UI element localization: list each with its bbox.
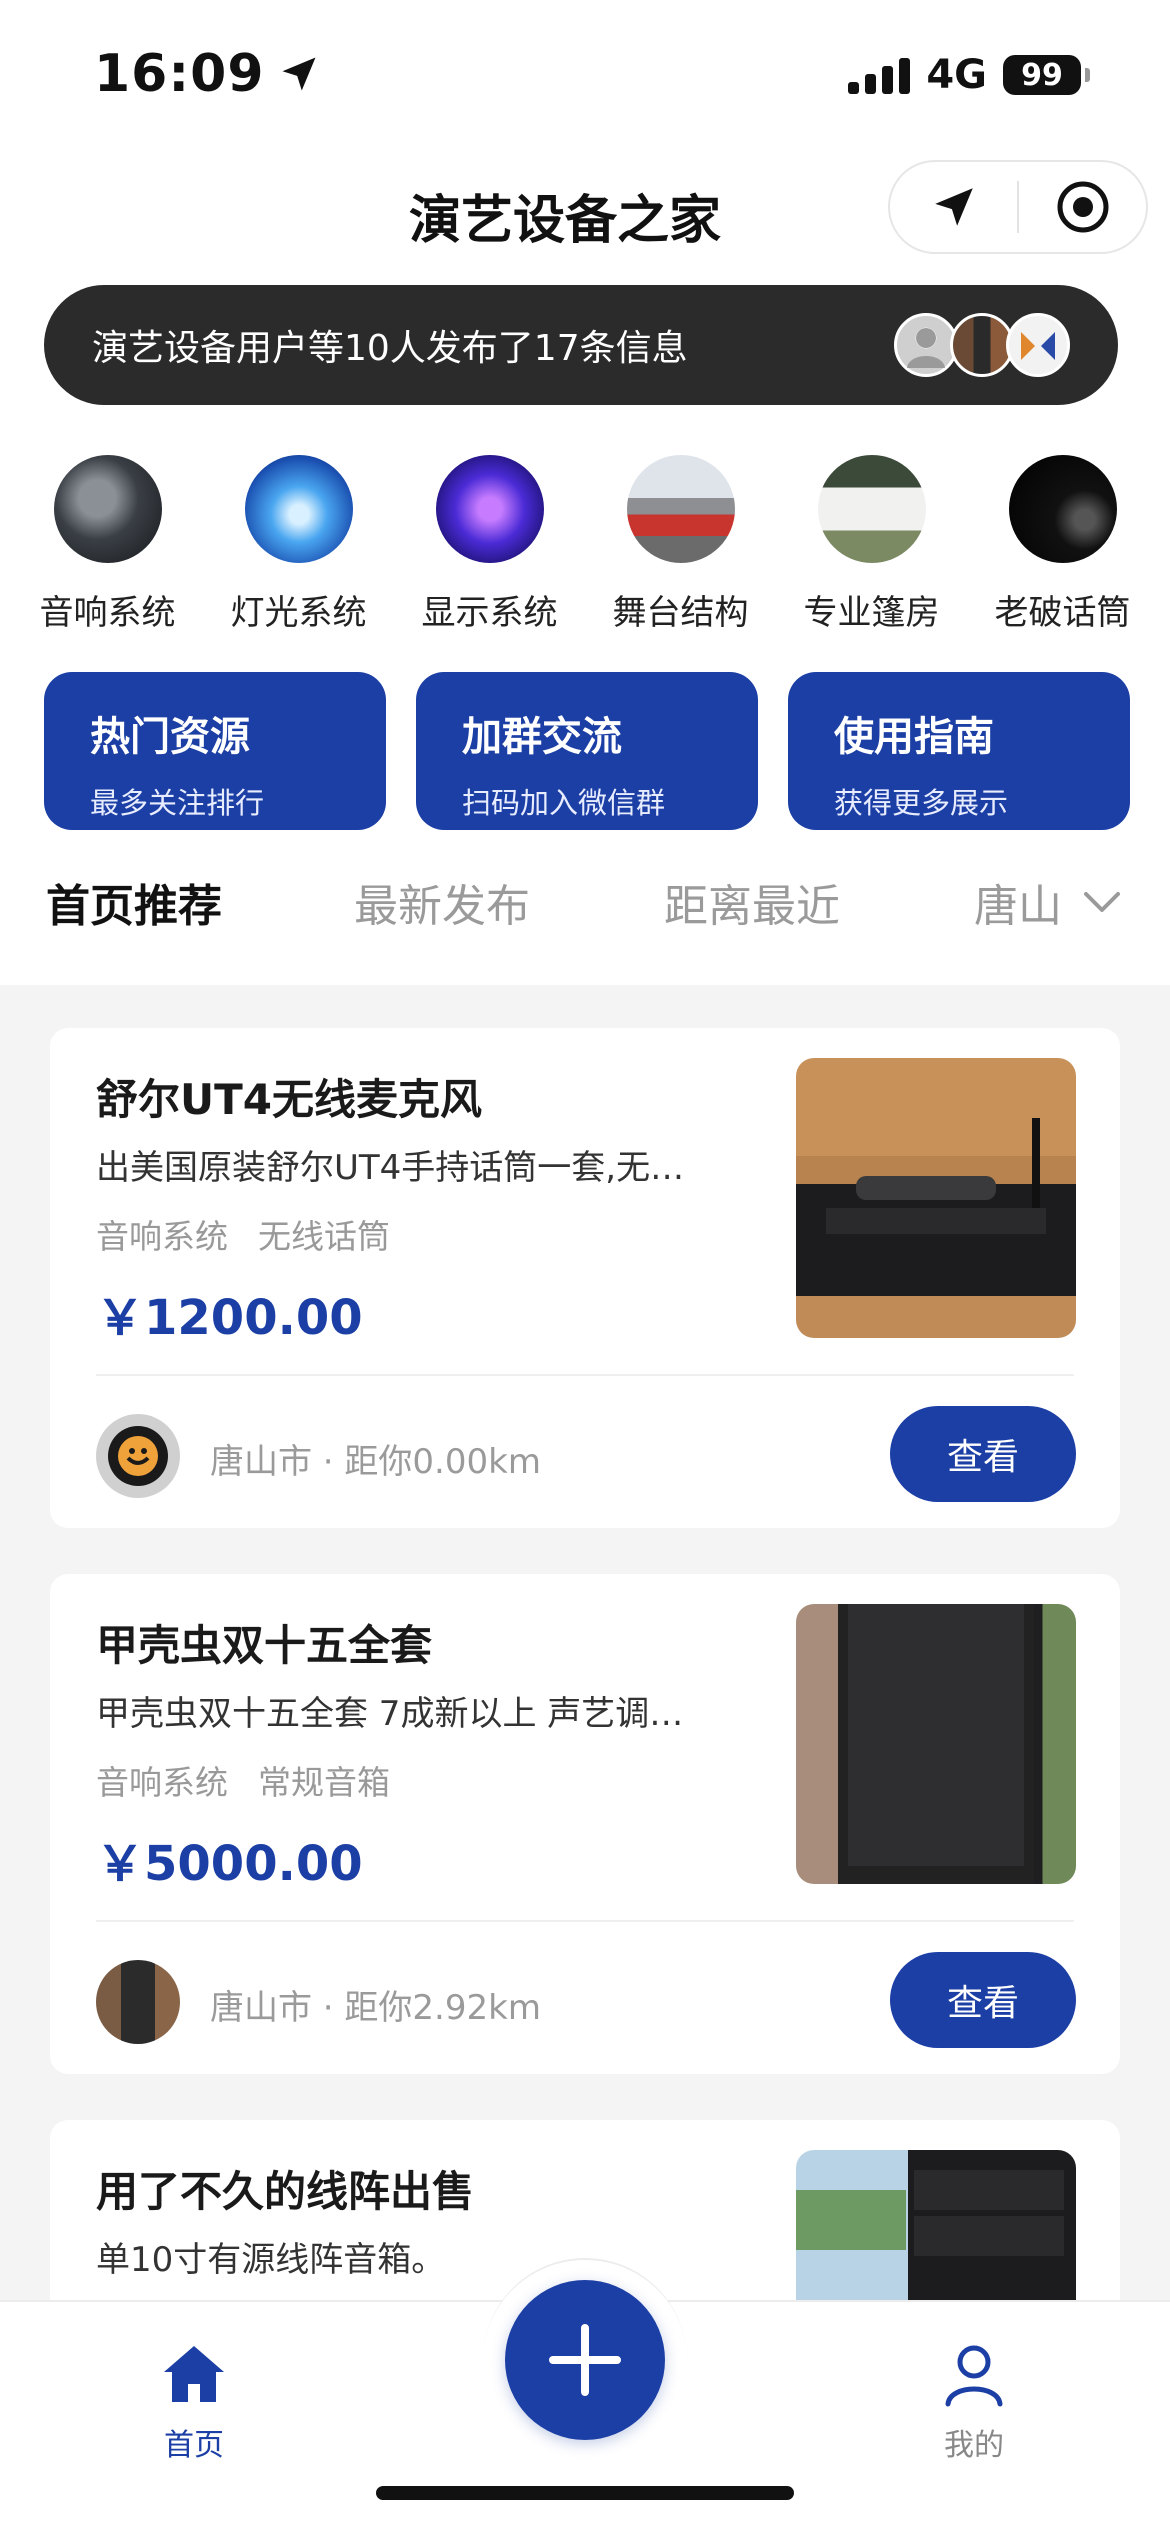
tab-recommended[interactable]: 首页推荐 — [46, 870, 222, 934]
stage-lights-photo — [244, 455, 353, 563]
feature-subtitle: 扫码加入微信群 — [462, 786, 666, 820]
feature-cards: 热门资源 最多关注排行 加群交流 扫码加入微信群 使用指南 获得更多展示 — [44, 672, 1130, 830]
publish-info-banner[interactable]: 演艺设备用户等10人发布了17条信息 — [44, 285, 1118, 405]
join-group-card[interactable]: 加群交流 扫码加入微信群 — [416, 672, 758, 830]
nav-mine[interactable]: 我的 — [904, 2338, 1044, 2464]
feature-title: 加群交流 — [462, 714, 622, 760]
plus-icon — [549, 2324, 621, 2396]
listing-price: ￥1200.00 — [96, 1290, 363, 1346]
category-microphone[interactable]: 老破话筒 — [973, 455, 1153, 635]
listing-location: 唐山市 · 距你0.00km — [210, 1442, 541, 1482]
listing-tags: 音响系统 常规音箱 — [96, 1756, 390, 1804]
nav-home[interactable]: 首页 — [124, 2338, 264, 2464]
record-icon — [1057, 181, 1108, 233]
listing-tag: 常规音箱 — [258, 1763, 390, 1802]
profile-icon — [945, 2345, 1003, 2407]
status-bar: 16:09 4G 99 — [0, 0, 1170, 150]
status-time-text: 16:09 — [94, 44, 265, 104]
category-label: 老破话筒 — [994, 593, 1131, 633]
listing-description: 出美国原装舒尔UT4手持话筒一套,无… — [96, 1148, 685, 1188]
city-label: 唐山 — [974, 881, 1062, 932]
location-services-icon — [282, 57, 316, 91]
hot-resources-card[interactable]: 热门资源 最多关注排行 — [44, 672, 386, 830]
category-row: 音响系统 灯光系统 显示系统 舞台结构 专业篷房 老破话筒 — [0, 455, 1170, 635]
listing-location: 唐山市 · 距你2.92km — [210, 1988, 541, 2028]
status-indicators: 4G 99 — [848, 52, 1090, 98]
category-tent[interactable]: 专业篷房 — [782, 455, 962, 635]
listing-tag: 无线话筒 — [258, 1217, 390, 1256]
category-label: 显示系统 — [421, 593, 558, 633]
card-divider — [96, 1920, 1074, 1922]
publish-button[interactable] — [505, 2280, 665, 2440]
listing-photo — [796, 1058, 1076, 1338]
category-display[interactable]: 显示系统 — [400, 455, 580, 635]
listing-title: 舒尔UT4无线麦克风 — [96, 1075, 482, 1124]
battery-level: 99 — [1003, 55, 1081, 95]
tab-latest[interactable]: 最新发布 — [354, 870, 530, 934]
listing-tag: 音响系统 — [96, 1217, 228, 1256]
feature-title: 使用指南 — [834, 714, 994, 760]
listing-tag: 音响系统 — [96, 1763, 228, 1802]
category-label: 专业篷房 — [803, 593, 940, 633]
location-arrow-icon — [934, 188, 973, 226]
listing-description: 甲壳虫双十五全套 7成新以上 声艺调… — [96, 1694, 684, 1734]
avatar — [894, 313, 958, 377]
listing-tags: 音响系统 无线话筒 — [96, 1210, 390, 1258]
listing-card[interactable]: 舒尔UT4无线麦克风 出美国原装舒尔UT4手持话筒一套,无… 音响系统 无线话筒… — [50, 1028, 1120, 1528]
tab-nearest[interactable]: 距离最近 — [664, 870, 840, 934]
battery-icon: 99 — [1003, 55, 1090, 95]
record-button[interactable] — [1019, 162, 1146, 252]
nav-home-label: 首页 — [164, 2428, 224, 2463]
user-guide-card[interactable]: 使用指南 获得更多展示 — [788, 672, 1130, 830]
view-button[interactable]: 查看 — [890, 1952, 1076, 2048]
listing-title: 用了不久的线阵出售 — [96, 2167, 475, 2216]
avatar — [1006, 313, 1070, 377]
microphone-photo — [1008, 455, 1117, 563]
status-time: 16:09 — [94, 44, 321, 104]
tent-photo — [817, 455, 926, 563]
chevron-down-icon — [1084, 892, 1120, 912]
home-icon — [164, 2346, 224, 2402]
banner-text: 演艺设备用户等10人发布了17条信息 — [92, 328, 688, 369]
led-screen-photo — [435, 455, 544, 563]
feature-subtitle: 获得更多展示 — [834, 786, 1009, 820]
mixer-photo — [53, 455, 162, 563]
feature-subtitle: 最多关注排行 — [90, 786, 265, 820]
view-button[interactable]: 查看 — [890, 1406, 1076, 1502]
location-button[interactable] — [890, 162, 1017, 252]
nav-mine-label: 我的 — [944, 2428, 1004, 2463]
home-indicator — [376, 2486, 794, 2500]
listing-card[interactable]: 甲壳虫双十五全套 甲壳虫双十五全套 7成新以上 声艺调… 音响系统 常规音箱 ￥… — [50, 1574, 1120, 2074]
category-lighting[interactable]: 灯光系统 — [209, 455, 389, 635]
city-selector[interactable]: 唐山 — [974, 870, 1124, 934]
listing-title: 甲壳虫双十五全套 — [96, 1621, 433, 1670]
listing-price: ￥5000.00 — [96, 1836, 363, 1892]
category-audio[interactable]: 音响系统 — [18, 455, 198, 635]
listing-photo — [796, 1604, 1076, 1884]
feed-tabs: 首页推荐 最新发布 距离最近 唐山 — [0, 870, 1170, 950]
mini-program-capsule — [888, 160, 1148, 254]
category-stage[interactable]: 舞台结构 — [591, 455, 771, 635]
seller-avatar — [96, 1960, 180, 2044]
card-divider — [96, 1374, 1074, 1376]
truss-photo — [626, 455, 735, 563]
signal-icon — [848, 56, 911, 94]
feature-title: 热门资源 — [90, 714, 250, 760]
banner-avatars — [894, 313, 1078, 377]
network-type: 4G — [926, 52, 987, 98]
category-label: 音响系统 — [39, 593, 176, 633]
avatar — [950, 313, 1014, 377]
category-label: 舞台结构 — [612, 593, 749, 633]
category-label: 灯光系统 — [230, 593, 367, 633]
seller-avatar — [96, 1414, 180, 1498]
